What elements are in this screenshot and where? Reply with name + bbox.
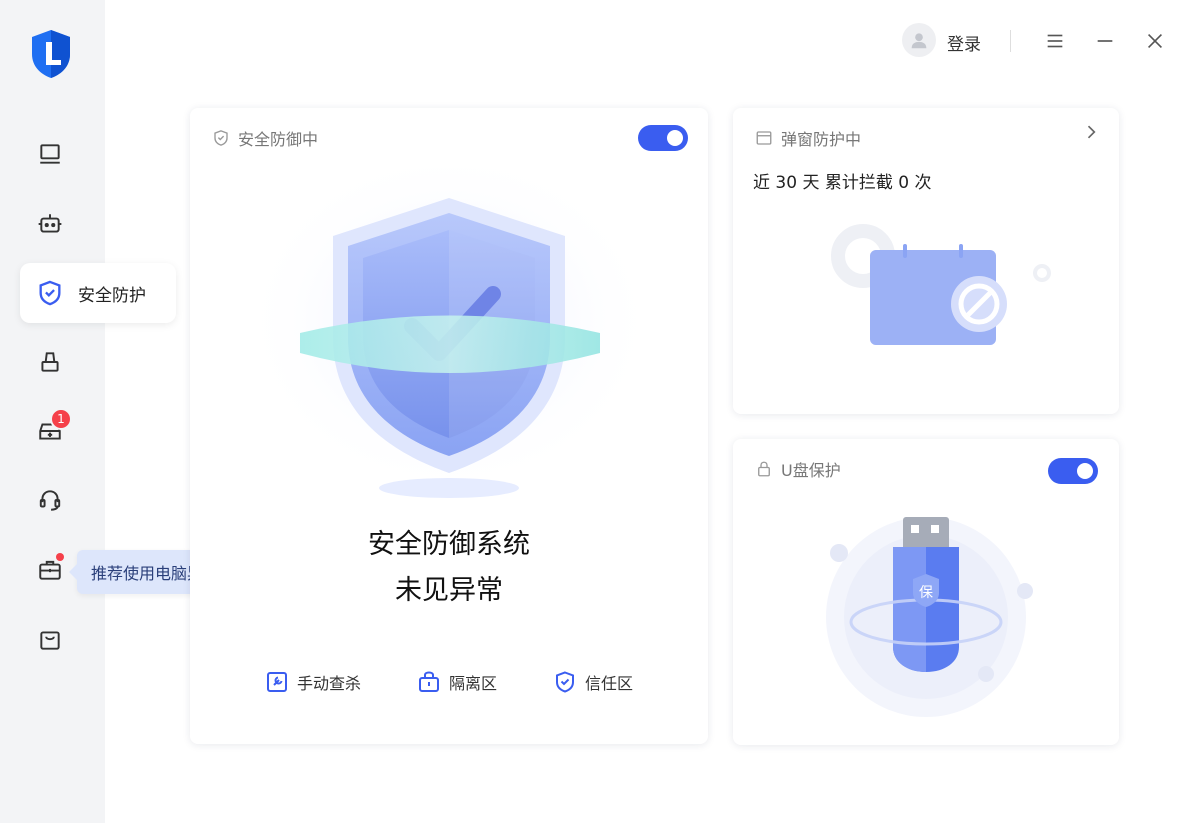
shield-icon bbox=[30, 273, 70, 313]
notification-badge: 1 bbox=[50, 408, 72, 430]
popup-block-illustration bbox=[831, 224, 1051, 345]
app-logo bbox=[28, 28, 74, 80]
quick-actions: 手动查杀 隔离区 信任区 bbox=[190, 670, 708, 694]
usb-illustration: 保 bbox=[826, 517, 1033, 717]
close-icon bbox=[1147, 33, 1163, 49]
popup-header-label: 弹窗防护中 bbox=[781, 130, 862, 149]
lock-box-icon bbox=[418, 671, 439, 692]
avatar[interactable] bbox=[902, 23, 936, 57]
status-title-line1: 安全防御系统 bbox=[368, 529, 530, 560]
quarantine-button[interactable]: 隔离区 bbox=[417, 670, 497, 694]
usb-header-label: U盘保护 bbox=[781, 461, 841, 480]
manual-scan-button[interactable]: 手动查杀 bbox=[265, 670, 361, 694]
broom-icon bbox=[41, 352, 59, 372]
new-dot bbox=[56, 553, 64, 561]
popup-protection-card[interactable]: 弹窗防护中 近 30 天 累计拦截 0 次 bbox=[733, 108, 1119, 414]
quarantine-label: 隔离区 bbox=[448, 674, 497, 693]
sidebar-item-support[interactable] bbox=[30, 480, 70, 520]
status-title-line2: 未见异常 bbox=[395, 575, 503, 606]
user-icon bbox=[911, 33, 927, 49]
sidebar: 安全防护 1 bbox=[0, 0, 176, 823]
login-link[interactable]: 登录 bbox=[947, 30, 981, 55]
close-button[interactable] bbox=[1140, 26, 1170, 56]
shield-outline-icon bbox=[214, 130, 228, 146]
trust-zone-label: 信任区 bbox=[585, 674, 634, 693]
shield-check-icon bbox=[556, 671, 574, 693]
lock-icon bbox=[758, 461, 770, 477]
defense-card: 安全防御中 安全防御系统 未见异常 手动查杀 隔离区 信任区 bbox=[190, 108, 708, 744]
sidebar-item-robot[interactable] bbox=[30, 204, 70, 244]
defense-toggle[interactable] bbox=[638, 125, 688, 151]
robot-icon bbox=[38, 214, 62, 233]
defense-header-label: 安全防御中 bbox=[238, 130, 319, 149]
manual-scan-label: 手动查杀 bbox=[296, 674, 361, 693]
minimize-button[interactable] bbox=[1090, 26, 1120, 56]
menu-button[interactable] bbox=[1040, 26, 1070, 56]
chevron-right-icon[interactable] bbox=[1081, 122, 1101, 146]
sidebar-item-label: 安全防护 bbox=[78, 285, 146, 306]
sidebar-item-cleanup[interactable] bbox=[30, 342, 70, 382]
popup-header: 弹窗防护中 bbox=[755, 126, 861, 150]
sidebar-item-store[interactable] bbox=[30, 620, 70, 660]
usb-protection-card: U盘保护 保 bbox=[733, 439, 1119, 745]
sidebar-item-toolbox[interactable] bbox=[30, 550, 70, 590]
wrench-icon bbox=[266, 672, 287, 692]
titlebar-divider bbox=[1010, 30, 1011, 52]
defense-header: 安全防御中 bbox=[212, 126, 318, 150]
trust-zone-button[interactable]: 信任区 bbox=[553, 670, 633, 694]
sidebar-item-security[interactable]: 安全防护 bbox=[20, 263, 176, 323]
window-icon bbox=[756, 131, 772, 145]
menu-icon bbox=[1047, 34, 1063, 48]
bag-icon bbox=[40, 631, 60, 650]
usb-header: U盘保护 bbox=[755, 457, 841, 481]
usb-toggle[interactable] bbox=[1048, 458, 1098, 484]
headset-icon bbox=[39, 490, 61, 511]
usb-protect-label: 保 bbox=[919, 585, 933, 601]
monitor-icon bbox=[40, 144, 60, 164]
popup-block-stat: 近 30 天 累计拦截 0 次 bbox=[753, 173, 932, 193]
sidebar-item-computer[interactable] bbox=[30, 134, 70, 174]
minimize-icon bbox=[1097, 40, 1113, 42]
